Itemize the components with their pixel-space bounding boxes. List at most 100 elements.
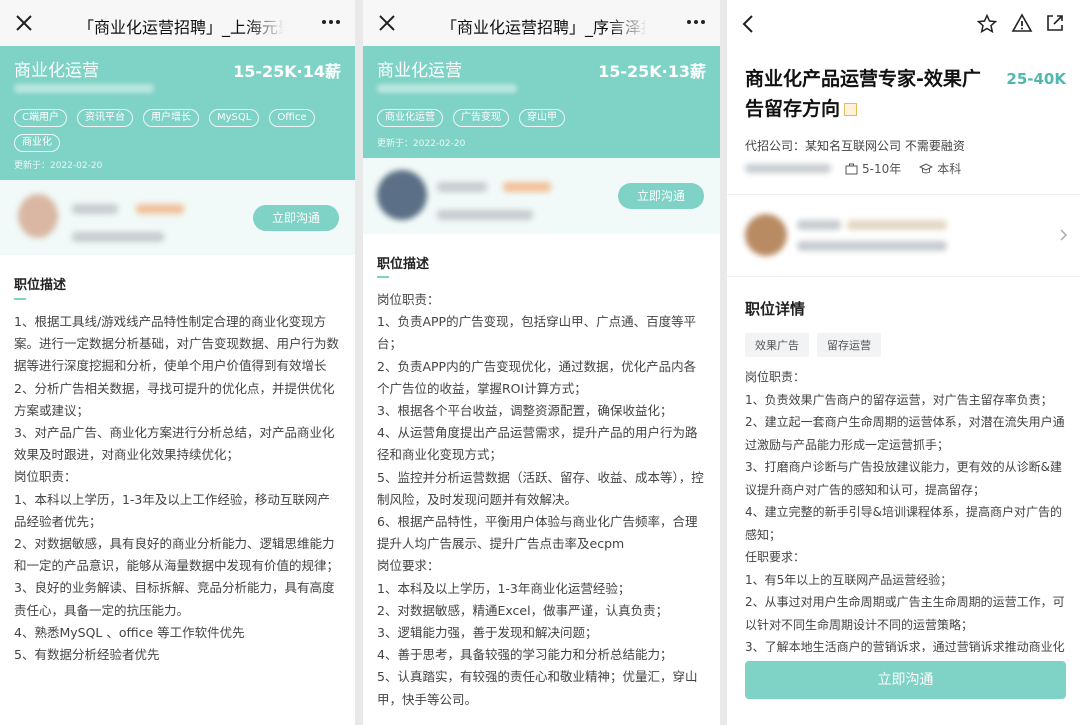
- desc-line: 3、打磨商户诊断与广告投放建议能力，更有效的从诊断&建议提升商户对广告的感知和认…: [745, 460, 1062, 497]
- tag: 广告变现: [453, 109, 509, 127]
- panel-gap: [355, 0, 363, 725]
- desc-line: 1、负责效果广告商户的留存运营，对广告主留存率负责；: [745, 392, 1053, 407]
- desc-line: 4、善于思考，具备较强的学习能力和分析总结能力；: [377, 647, 673, 663]
- blurred-location: [14, 84, 154, 93]
- job-header: 商业化运营 15-25K·14薪 C端用户 资讯平台 用户增长 MySQL Of…: [0, 46, 355, 180]
- tag: 资讯平台: [76, 109, 133, 127]
- avatar: [18, 194, 58, 238]
- desc-line: 5、认真踏实，有较强的责任心和敬业精神；优量汇，穿山甲，快手等公司。: [377, 669, 698, 707]
- panel-gap: [720, 0, 727, 725]
- recruiter-row[interactable]: [727, 196, 1080, 276]
- desc-line: 6、根据产品特性，平衡用户体验与商业化广告频率，合理提升人均广告展示、提升广告点…: [377, 514, 698, 552]
- desc-line: 岗位职责：: [14, 469, 77, 485]
- chevron-right-icon[interactable]: [1058, 228, 1068, 242]
- top-nav: 「商业化运营招聘」_序言泽招聘: [363, 0, 720, 46]
- graduation-cap-icon: [919, 162, 934, 173]
- star-icon[interactable]: [977, 14, 997, 34]
- desc-line: 2、从事过对用户生命周期或广告主生命周期的运营工作，可以针对不同生命周期设计不同…: [745, 595, 1065, 632]
- tag: C端用户: [14, 109, 67, 127]
- job-description: 岗位职责： 1、负责APP的广告变现，包括穿山甲、广点通、百度等平台； 2、负责…: [377, 289, 706, 711]
- desc-line: 3、对产品广告、商业化方案进行分析总结，对产品商业化效果及时跟进，对商业化效果持…: [14, 425, 335, 463]
- briefcase-icon: [845, 163, 858, 174]
- back-icon[interactable]: [741, 14, 755, 34]
- chat-button[interactable]: 立即沟通: [618, 183, 704, 209]
- desc-line: 岗位职责：: [377, 292, 440, 307]
- blurred-location: [377, 84, 517, 93]
- desc-line: 1、根据工具线/游戏线产品特性制定合理的商业化变现方案。进行一定数据分析基础，对…: [14, 314, 340, 374]
- desc-line: 4、熟悉MySQL 、office 等工作软件优先: [14, 624, 245, 640]
- salary: 15-25K·13薪: [598, 62, 706, 81]
- desc-line: 2、对数据敏感，具有良好的商业分析能力、逻辑思维能力和一定的产品意识，能够从海量…: [14, 536, 340, 574]
- tag-list: 效果广告 留存运营: [745, 333, 881, 357]
- tag: 用户增长: [142, 109, 199, 127]
- blurred-badge: [136, 204, 184, 214]
- top-nav: [727, 0, 1080, 48]
- desc-line: 3、良好的业务解读、目标拆解、竞品分析能力，具有高度责任心，具备一定的抗压能力。: [14, 580, 335, 618]
- salary: 15-25K·14薪: [233, 62, 341, 81]
- more-icon[interactable]: [686, 14, 706, 30]
- desc-line: 2、负责APP内的广告变现优化，通过数据，优化产品内各个广告位的收益，掌握ROI…: [377, 358, 697, 396]
- blurred-role: [72, 232, 164, 242]
- tag: 商业化: [14, 134, 60, 152]
- divider: [727, 194, 1080, 195]
- job-header: 商业化运营 15-25K·13薪 商业化运营 广告变现 穿山甲 更新于：2022…: [363, 46, 720, 158]
- tag: MySQL: [208, 109, 260, 127]
- section-title: 职位详情: [745, 300, 806, 318]
- updated-date: 更新于：2022-02-20: [14, 161, 103, 171]
- warning-icon[interactable]: [1011, 13, 1033, 33]
- section-underline: [377, 276, 389, 278]
- blurred-role: [437, 210, 533, 220]
- desc-line: 3、根据各个平台收益，调整资源配置，确保收益化；: [377, 403, 673, 419]
- chat-button[interactable]: 立即沟通: [253, 205, 339, 231]
- job-detail-panel-2: 「商业化运营招聘」_序言泽招聘 商业化运营 15-25K·13薪 商业化运营 广…: [363, 0, 720, 725]
- desc-line: 3、逻辑能力强，善于发现和解决问题；: [377, 625, 598, 641]
- avatar: [745, 214, 787, 256]
- more-icon[interactable]: [321, 14, 341, 30]
- desc-line: 2、建立起一套商户生命周期的运营体系，对潜在流失用户通过激励与产品能力形成一定运…: [745, 415, 1065, 452]
- job-description: 1、根据工具线/游戏线产品特性制定合理的商业化变现方案。进行一定数据分析基础，对…: [14, 311, 341, 666]
- share-icon[interactable]: [1045, 13, 1065, 33]
- desc-line: 1、负责APP的广告变现，包括穿山甲、广点通、百度等平台；: [377, 314, 697, 352]
- education: 本科: [919, 160, 961, 177]
- desc-line: 岗位要求：: [377, 558, 440, 574]
- job-detail-panel-1: 「商业化运营招聘」_上海元聚推 商业化运营 15-25K·14薪 C端用户 资讯…: [0, 0, 355, 725]
- desc-line: 2、对数据敏感，精通Excel，做事严谨，认真负责；: [377, 602, 669, 618]
- job-title: 商业化运营: [377, 61, 462, 81]
- section-title: 职位描述: [14, 278, 67, 293]
- desc-line: 岗位职责：: [745, 370, 806, 384]
- bottom-bar: 立即沟通: [727, 652, 1080, 725]
- tag: 留存运营: [817, 333, 881, 357]
- close-icon[interactable]: [377, 13, 397, 33]
- job-meta: 5-10年 本科: [745, 160, 979, 177]
- chat-button[interactable]: 立即沟通: [745, 661, 1066, 699]
- job-detail-panel-3: 商业化产品运营专家-效果广告留存方向 25-40K 代招公司：某知名互联网公司 …: [727, 0, 1080, 725]
- badge-icon: [844, 103, 858, 116]
- section-title: 职位描述: [377, 257, 430, 272]
- updated-date: 更新于：2022-02-20: [377, 139, 466, 149]
- tag-list: C端用户 资讯平台 用户增长 MySQL Office 商业化: [14, 109, 334, 152]
- desc-line: 1、本科以上学历，1-3年及以上工作经验，移动互联网产品经验者优先；: [14, 491, 330, 529]
- recruiter-card[interactable]: 立即沟通: [363, 158, 720, 234]
- experience: 5-10年: [845, 160, 901, 177]
- company-info: 代招公司：某知名互联网公司 不需要融资: [745, 139, 965, 153]
- tag: 穿山甲: [519, 109, 565, 127]
- blurred-name: [797, 220, 841, 230]
- job-title: 商业化产品运营专家-效果广告留存方向: [745, 68, 981, 120]
- tag: Office: [269, 109, 315, 127]
- blurred-badge: [503, 182, 551, 192]
- desc-line: 4、从运营角度提出产品运营需求，提升产品的用户行为路径和商业化变现方式；: [377, 425, 698, 463]
- tag: 效果广告: [745, 333, 809, 357]
- desc-line: 2、分析广告相关数据，寻找可提升的优化点，并提供优化方案或建议；: [14, 380, 335, 418]
- blurred-name: [72, 204, 118, 214]
- recruiter-card[interactable]: 立即沟通: [0, 180, 355, 255]
- salary: 25-40K: [1006, 70, 1066, 88]
- blurred-status: [847, 220, 947, 230]
- job-title: 商业化运营: [14, 61, 99, 81]
- blurred-role: [797, 241, 947, 251]
- desc-line: 5、监控并分析运营数据（活跃、留存、收益、成本等），控制风险，及时发现问题并有效…: [377, 469, 704, 507]
- blurred-location: [745, 164, 831, 173]
- job-description: 岗位职责： 1、负责效果广告商户的留存运营，对广告主留存率负责； 2、建立起一套…: [745, 366, 1068, 652]
- desc-line: 4、建立完整的新手引导&培训课程体系，提高商户对广告的感知；: [745, 505, 1062, 542]
- close-icon[interactable]: [14, 13, 34, 33]
- tag-list: 商业化运营 广告变现 穿山甲: [377, 109, 697, 127]
